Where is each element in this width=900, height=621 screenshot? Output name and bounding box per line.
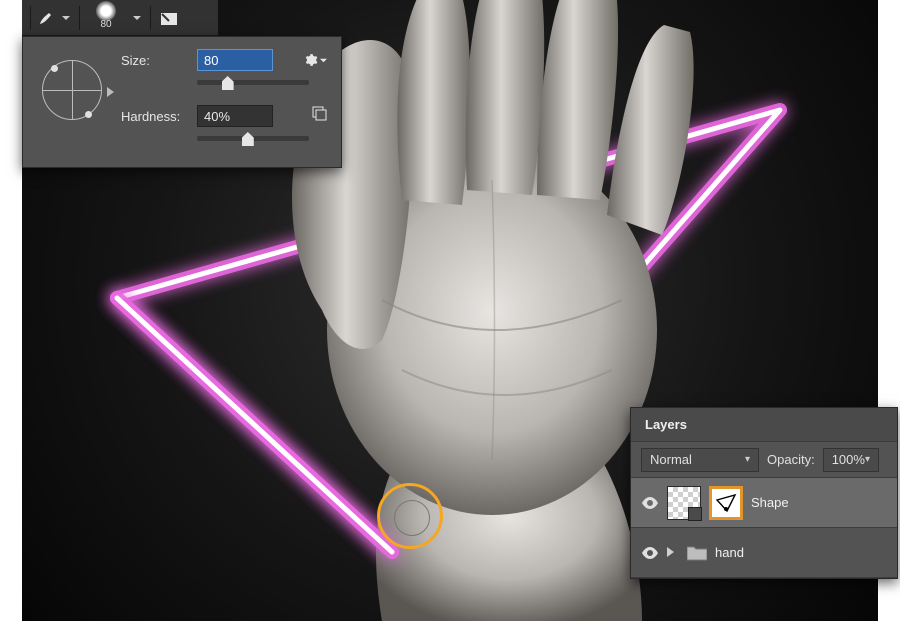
- divider: [150, 6, 151, 30]
- brush-panel-menu[interactable]: [304, 53, 327, 67]
- divider: [30, 6, 31, 30]
- size-label: Size:: [121, 53, 187, 68]
- brush-panel-toggle-icon[interactable]: [157, 6, 181, 30]
- gear-icon: [304, 53, 318, 67]
- layers-tab[interactable]: Layers: [631, 408, 897, 442]
- brush-size-readout: 80: [100, 19, 111, 30]
- chevron-down-icon: ▾: [865, 454, 870, 465]
- layer-mask-thumbnail[interactable]: [709, 486, 743, 520]
- folder-icon: [687, 545, 707, 561]
- tool-options-bar: 80: [22, 0, 218, 36]
- opacity-value: 100%: [832, 452, 865, 467]
- brush-preset-preview[interactable]: 80: [86, 4, 126, 32]
- brush-tool-icon[interactable]: [37, 9, 55, 27]
- opacity-label: Opacity:: [767, 452, 815, 467]
- layers-tab-label: Layers: [645, 417, 687, 432]
- divider: [79, 6, 80, 30]
- brush-tip-icon: [96, 1, 116, 21]
- layer-row-shape[interactable]: Shape: [631, 478, 897, 528]
- brush-preset-dropdown[interactable]: [130, 8, 144, 28]
- brush-angle-widget[interactable]: [37, 55, 107, 125]
- group-disclosure[interactable]: [667, 545, 679, 560]
- blend-mode-value: Normal: [650, 452, 692, 467]
- shape-badge-icon: [688, 507, 702, 521]
- layer-name: Shape: [751, 495, 789, 510]
- new-preset-icon[interactable]: [311, 105, 327, 124]
- chevron-down-icon: ▾: [745, 454, 750, 465]
- brush-cursor-indicator: [377, 483, 443, 549]
- size-slider[interactable]: [197, 77, 309, 93]
- opacity-select[interactable]: 100% ▾: [823, 448, 879, 472]
- layers-panel: Layers Normal ▾ Opacity: 100% ▾ Shape: [630, 407, 898, 579]
- eye-icon: [642, 497, 658, 509]
- visibility-toggle[interactable]: [641, 497, 659, 509]
- chevron-down-icon: [320, 57, 327, 64]
- layer-thumbnail[interactable]: [667, 486, 701, 520]
- mask-content-icon: [713, 490, 739, 516]
- hardness-label: Hardness:: [121, 109, 187, 124]
- blend-mode-select[interactable]: Normal ▾: [641, 448, 759, 472]
- hardness-input[interactable]: [197, 105, 273, 127]
- brush-tool-dropdown[interactable]: [59, 8, 73, 28]
- chevron-right-icon: [667, 547, 675, 557]
- size-input[interactable]: [197, 49, 273, 71]
- layer-name: hand: [715, 545, 744, 560]
- brush-settings-panel: Size: Hardness:: [22, 36, 342, 168]
- visibility-toggle[interactable]: [641, 547, 659, 559]
- layer-row-hand[interactable]: hand: [631, 528, 897, 578]
- eye-icon: [642, 547, 658, 559]
- hardness-slider[interactable]: [197, 133, 309, 149]
